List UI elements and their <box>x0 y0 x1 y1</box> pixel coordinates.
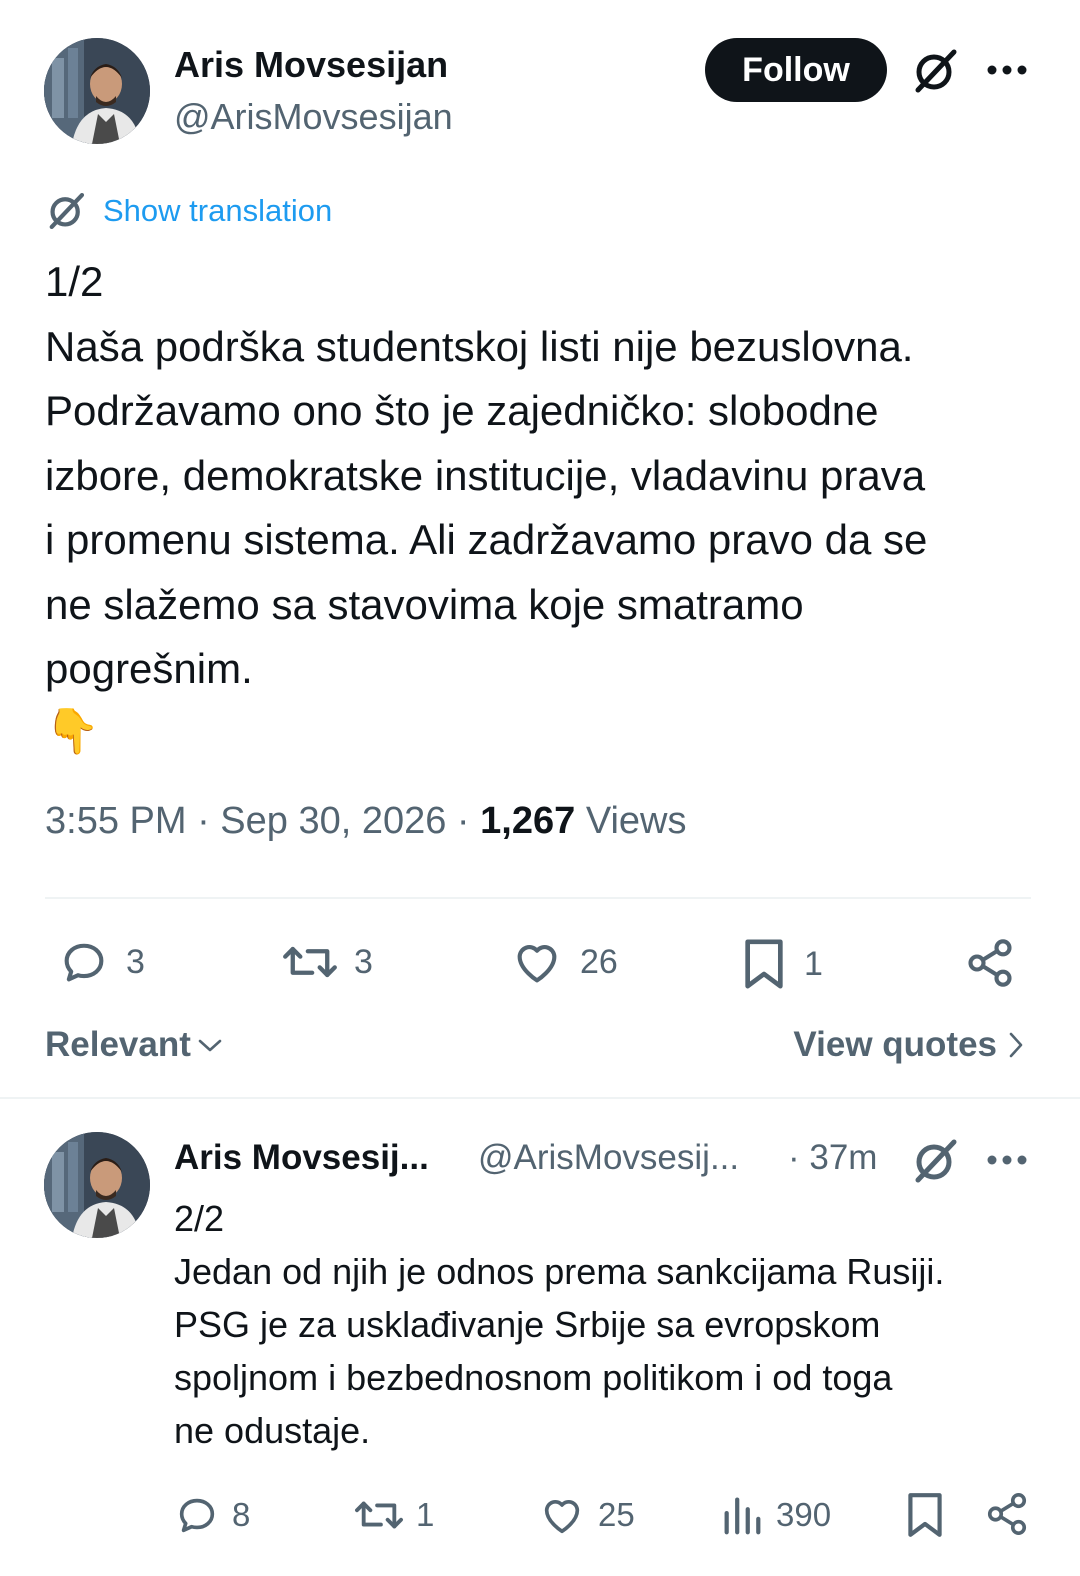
bookmark-icon <box>908 1493 942 1537</box>
reply-timestamp[interactable]: · 37m <box>788 1138 877 1178</box>
view-quotes-label: View quotes <box>793 1025 997 1064</box>
tweet-line: i promenu sistema. Ali zadržavamo pravo … <box>45 516 928 563</box>
pointing-down-emoji: 👇 <box>45 706 100 756</box>
tweet-timestamp[interactable]: 3:55 PM · Sep 30, 2026 · <box>45 800 470 842</box>
grok-icon <box>49 192 85 230</box>
more-options-icon[interactable] <box>986 1146 1028 1174</box>
reply-like-count: 25 <box>598 1496 635 1533</box>
reply-line: Jedan od njih je odnos prema sankcijama … <box>174 1251 945 1292</box>
avatar-photo <box>44 1132 150 1238</box>
sort-dropdown[interactable]: Relevant <box>45 1025 223 1065</box>
tweet-line: izbore, demokratske institucije, vladavi… <box>45 451 926 499</box>
tweet-line: ne slažemo sa stavovima koje smatramo <box>45 580 804 628</box>
author-avatar[interactable] <box>44 38 150 144</box>
repost-count: 3 <box>354 942 373 981</box>
reply-line: ne odustaje. <box>174 1410 371 1451</box>
sort-label: Relevant <box>45 1025 191 1064</box>
reply-views-count: 390 <box>776 1496 832 1533</box>
tweet-line: pogrešnim. <box>45 645 253 692</box>
share-button[interactable] <box>964 936 1016 990</box>
reply-button[interactable]: 3 <box>58 936 145 988</box>
reply-count: 3 <box>126 942 145 981</box>
reply-icon <box>179 1498 215 1533</box>
views-chart-icon <box>724 1497 761 1535</box>
reply-text: 2/2 Jedan od njih je odnos prema sankcij… <box>174 1192 1054 1457</box>
reply-line: spoljnom i bezbednosnom politikom i od t… <box>174 1357 893 1398</box>
reply-icon <box>64 943 104 982</box>
reply-author-name[interactable]: Aris Movsesij... <box>174 1138 429 1178</box>
more-options-icon[interactable] <box>986 56 1028 84</box>
chevron-down-icon <box>198 1039 222 1052</box>
bookmark-icon <box>745 939 783 989</box>
divider <box>0 1097 1080 1099</box>
tweet-line: Podržavamo ono što je zajedničko: slobod… <box>45 387 879 434</box>
tweet-line: Naša podrška studentskoj listi nije bezu… <box>45 322 914 370</box>
reply-share-button[interactable] <box>984 1490 1030 1538</box>
show-translation-link[interactable]: Show translation <box>45 190 332 232</box>
reply-repost-button[interactable]: 1 <box>354 1492 434 1538</box>
view-quotes-link[interactable]: View quotes <box>793 1025 1025 1065</box>
reply-bookmark-button[interactable] <box>904 1490 946 1540</box>
share-icon <box>968 939 1012 987</box>
views-count: 1,267 <box>480 800 576 842</box>
tweet-meta: 3:55 PM · Sep 30, 2026 · 1,267 Views <box>45 800 687 843</box>
divider <box>45 897 1031 899</box>
follow-button[interactable]: Follow <box>705 38 887 102</box>
bookmark-count: 1 <box>804 944 823 983</box>
heart-icon <box>517 945 557 983</box>
author-handle[interactable]: @ArisMovsesijan <box>174 96 453 138</box>
avatar-photo <box>44 38 150 144</box>
reply-author-handle[interactable]: @ArisMovsesij... <box>478 1138 739 1178</box>
grok-icon[interactable] <box>910 46 960 96</box>
like-count: 26 <box>580 942 618 981</box>
like-button[interactable]: 26 <box>510 936 618 988</box>
reply-reply-button[interactable]: 8 <box>174 1492 250 1538</box>
repost-button[interactable]: 3 <box>282 936 373 988</box>
tweet-line: 1/2 <box>45 258 104 305</box>
heart-icon <box>544 1500 580 1534</box>
reply-reply-count: 8 <box>232 1496 251 1533</box>
chevron-right-icon <box>1009 1032 1023 1058</box>
views-label: Views <box>585 800 687 842</box>
reply-repost-count: 1 <box>416 1496 435 1533</box>
reply-like-button[interactable]: 25 <box>538 1492 635 1538</box>
reply-line: PSG je za usklađivanje Srbije sa evropsk… <box>174 1304 881 1345</box>
repost-icon <box>283 946 337 978</box>
reply-line: 2/2 <box>174 1198 225 1239</box>
bookmark-button[interactable]: 1 <box>740 936 823 992</box>
reply-views-button[interactable]: 390 <box>720 1492 831 1538</box>
show-translation-label: Show translation <box>103 193 333 228</box>
grok-icon[interactable] <box>910 1136 960 1186</box>
repost-icon <box>355 1501 403 1529</box>
share-icon <box>987 1493 1027 1535</box>
tweet-text: 1/2 Naša podrška studentskoj listi nije … <box>45 250 1045 762</box>
author-name[interactable]: Aris Movsesijan <box>174 44 448 86</box>
reply-author-avatar[interactable] <box>44 1132 150 1238</box>
